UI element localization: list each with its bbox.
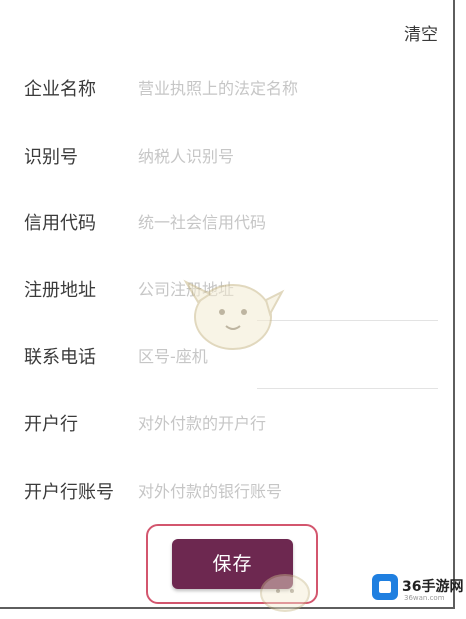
registered-address-label: 注册地址 — [24, 280, 96, 301]
form-row-company-name: 企业名称 营业执照上的法定名称 — [0, 62, 455, 112]
site-watermark-url: 36wan.com — [404, 594, 445, 602]
site-watermark: 36手游网 36wan.com — [368, 570, 464, 608]
form-row-bank: 开户行 对外付款的开户行 — [0, 397, 455, 447]
bank-input[interactable]: 对外付款的开户行 — [138, 410, 266, 434]
invoice-form-panel: 清空 企业名称 营业执照上的法定名称 识别号 纳税人识别号 信用代码 统一社会信… — [0, 0, 455, 612]
site-logo-icon — [372, 574, 398, 600]
bank-account-label: 开户行账号 — [24, 482, 114, 503]
company-name-input[interactable]: 营业执照上的法定名称 — [138, 75, 298, 99]
company-name-label: 企业名称 — [24, 79, 96, 100]
clear-button[interactable]: 清空 — [404, 20, 438, 45]
mascot-watermark-icon — [183, 279, 285, 350]
row-divider — [257, 388, 438, 389]
form-row-credit-code: 信用代码 统一社会信用代码 — [0, 196, 455, 246]
form-row-tax-id: 识别号 纳税人识别号 — [0, 130, 455, 180]
bank-label: 开户行 — [24, 414, 78, 435]
credit-code-label: 信用代码 — [24, 213, 96, 234]
bank-account-input[interactable]: 对外付款的银行账号 — [138, 478, 282, 502]
site-watermark-brand: 36手游网 — [402, 579, 464, 595]
form-row-bank-account: 开户行账号 对外付款的银行账号 — [0, 465, 455, 515]
phone-label: 联系电话 — [24, 347, 96, 368]
mascot-watermark-icon — [260, 574, 310, 612]
tax-id-input[interactable]: 纳税人识别号 — [138, 143, 234, 167]
tax-id-label: 识别号 — [24, 147, 78, 168]
credit-code-input[interactable]: 统一社会信用代码 — [138, 209, 266, 233]
